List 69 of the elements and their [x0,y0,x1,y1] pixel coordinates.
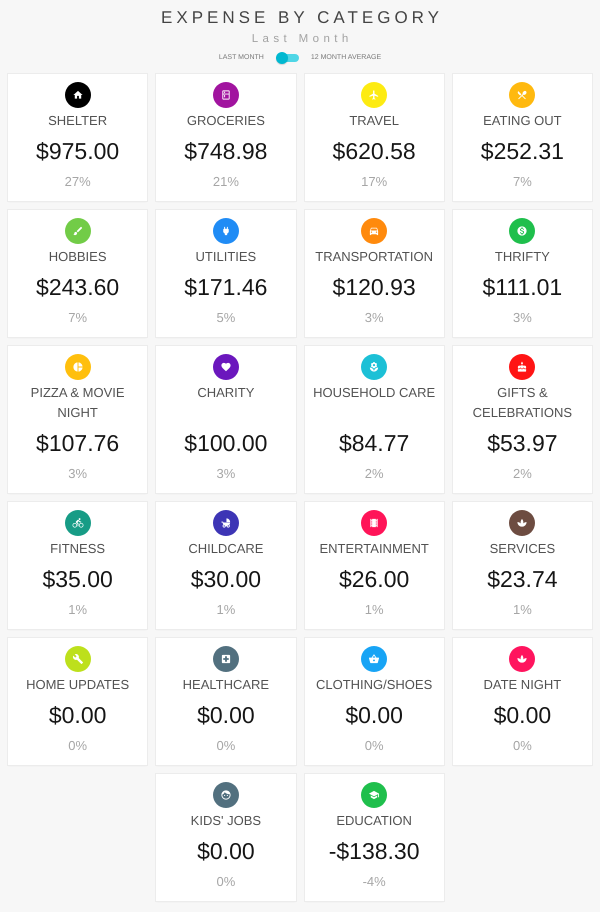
category-name: TRANSPORTATION [315,248,433,266]
category-amount: $53.97 [487,429,558,457]
category-name: DATE NIGHT [483,676,562,694]
category-name: ENTERTAINMENT [319,540,429,558]
category-name: EDUCATION [336,812,412,830]
category-name: GROCERIES [186,112,265,130]
category-name: SERVICES [490,540,556,558]
category-percent: 0% [216,873,236,891]
toggle-switch[interactable] [276,52,299,64]
category-percent: 2% [512,465,532,483]
category-amount: $620.58 [332,137,416,165]
category-amount: $0.00 [197,837,255,865]
category-amount: $171.46 [184,273,268,301]
category-amount: $0.00 [48,701,106,729]
category-amount: $35.00 [42,565,113,593]
category-amount: -$138.30 [328,837,420,865]
category-percent: 0% [68,737,88,755]
category-percent: 1% [68,601,88,619]
category-percent: -4% [362,873,386,891]
category-amount: $0.00 [197,701,255,729]
category-name: HOUSEHOLD CARE [313,384,436,402]
category-name: HEALTHCARE [182,676,270,694]
category-percent: 21% [212,173,239,191]
category-amount: $84.77 [338,429,410,457]
category-percent: 5% [216,309,236,327]
category-percent: 3% [364,309,384,327]
category-percent: 1% [512,601,532,619]
category-amount: $975.00 [36,137,120,165]
category-amount: $23.74 [487,565,558,593]
category-name: CHILDCARE [188,540,264,558]
category-amount: $748.98 [184,137,268,165]
category-percent: 3% [216,465,236,483]
category-name: SHELTER [48,112,108,130]
category-amount: $120.93 [332,273,416,301]
category-percent: 17% [361,173,388,191]
category-name: HOBBIES [48,248,107,266]
category-percent: 3% [512,309,532,327]
page-subtitle: Last Month [250,32,353,47]
category-name: PIZZA & MOVIE NIGHT [30,384,126,422]
category-name: TRAVEL [349,112,399,130]
category-amount: $107.76 [36,429,120,457]
category-percent: 7% [68,309,88,327]
category-amount: $0.00 [345,701,403,729]
category-name: CLOTHING/SHOES [316,676,432,694]
page-title: EXPENSE BY CATEGORY [160,7,443,29]
category-name: FITNESS [50,540,106,558]
category-name: THRIFTY [494,248,550,266]
category-name: UTILITIES [196,248,256,266]
category-percent: 0% [216,737,236,755]
category-name: KIDS' JOBS [190,812,262,830]
category-amount: $111.01 [482,273,562,301]
category-percent: 0% [364,737,384,755]
category-percent: 2% [364,465,384,483]
category-percent: 7% [512,173,532,191]
category-percent: 27% [64,173,91,191]
category-percent: 1% [216,601,236,619]
category-name: GIFTS & CELEBRATIONS [472,384,574,422]
category-percent: 0% [512,737,532,755]
category-amount: $30.00 [190,565,262,593]
category-name: EATING OUT [483,112,562,130]
category-name: HOME UPDATES [26,676,130,694]
category-amount: $26.00 [338,565,410,593]
category-amount: $243.60 [36,273,120,301]
category-amount: $0.00 [494,701,552,729]
category-percent: 1% [364,601,384,619]
category-percent: 3% [68,465,88,483]
category-name: CHARITY [197,384,254,402]
category-amount: $100.00 [184,429,268,457]
category-amount: $252.31 [480,137,564,165]
